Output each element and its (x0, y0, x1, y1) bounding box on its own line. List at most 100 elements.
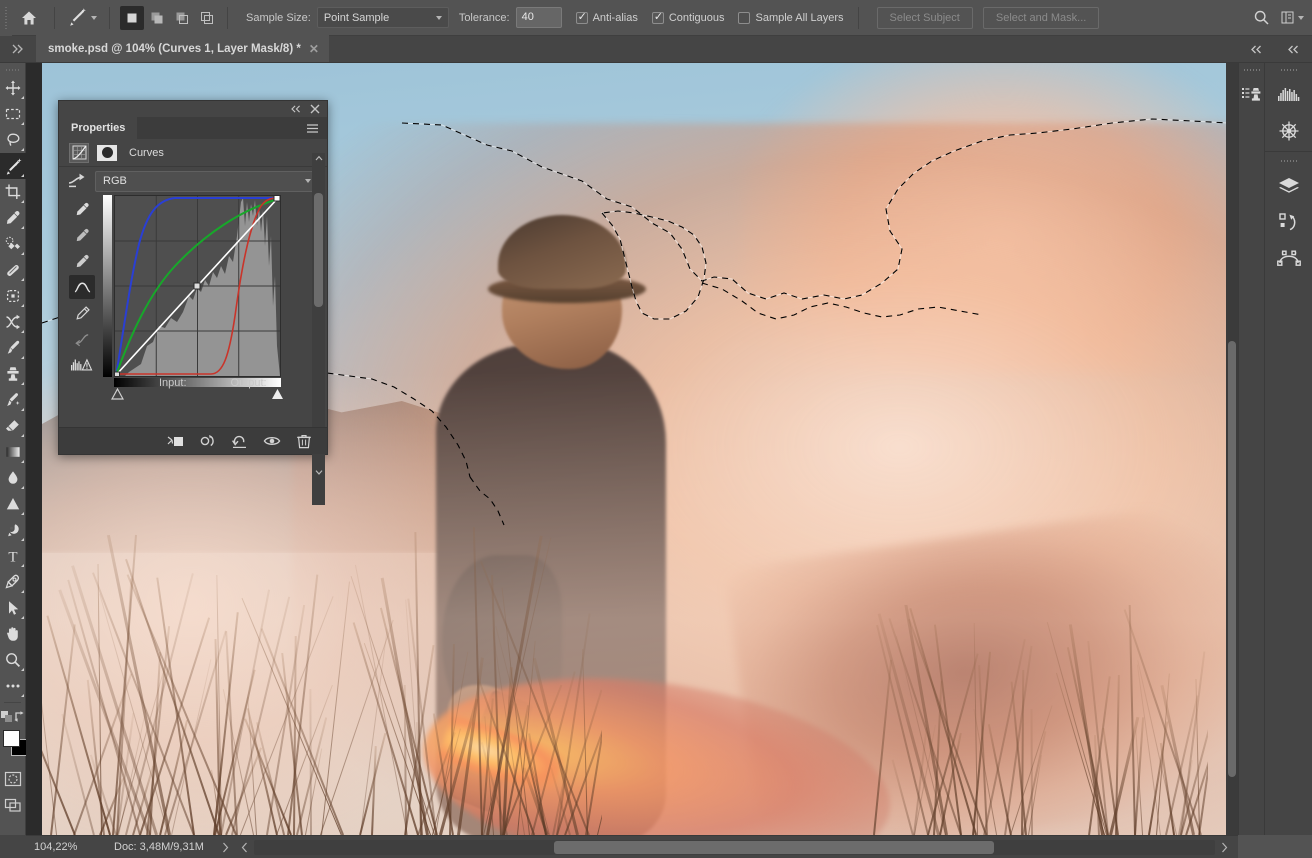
blur-tool[interactable] (0, 465, 26, 491)
curves-preset-icon[interactable] (67, 172, 87, 190)
scroll-down-button[interactable] (315, 469, 323, 475)
curves-display-options-button[interactable] (69, 353, 95, 377)
hand-tool[interactable] (0, 621, 26, 647)
toolbar-expand-button[interactable] (0, 35, 36, 62)
scrollbar-thumb[interactable] (314, 193, 323, 307)
subtract-from-selection-button[interactable] (170, 6, 194, 30)
gradient-tool[interactable] (0, 439, 26, 465)
anti-alias-checkbox[interactable]: Anti-alias (575, 10, 638, 24)
eraser-tool[interactable] (0, 413, 26, 439)
add-to-selection-button[interactable] (145, 6, 169, 30)
home-button[interactable] (12, 1, 46, 35)
toggle-previous-state-button[interactable] (199, 432, 217, 450)
clone-stamp-tool[interactable] (0, 361, 26, 387)
curves-grid[interactable] (114, 195, 281, 377)
status-expand-button[interactable] (222, 842, 229, 853)
select-and-mask-button[interactable]: Select and Mask... (982, 6, 1100, 29)
scroll-left-button[interactable] (241, 842, 248, 853)
spot-healing-brush-tool[interactable] (0, 231, 26, 257)
layer-mask-icon[interactable] (97, 144, 117, 161)
magic-wand-tool[interactable] (0, 153, 26, 179)
crop-tool[interactable] (0, 179, 26, 205)
close-icon[interactable]: ✕ (309, 42, 319, 56)
histogram-panel-button[interactable] (1265, 77, 1312, 113)
delete-adjustment-button[interactable] (295, 432, 313, 450)
horizontal-scrollbar-thumb[interactable] (553, 840, 994, 854)
panel-menu-button[interactable] (306, 117, 327, 139)
input-output-labels: Input: Output: (103, 377, 281, 395)
grass-blade (1030, 709, 1033, 835)
collapse-rail-a-button[interactable] (1275, 36, 1312, 63)
new-selection-button[interactable] (120, 5, 144, 30)
tolerance-label: Tolerance: (458, 11, 510, 24)
chevron-right-icon (1222, 842, 1228, 852)
properties-panel[interactable]: Properties Curves RGB Input: Output: (58, 100, 328, 505)
edit-points-to-modify-curve-button[interactable] (69, 275, 95, 299)
type-tool[interactable]: T (0, 543, 26, 569)
active-tool-preset[interactable] (63, 5, 101, 31)
workspace-switcher-button[interactable] (1280, 10, 1304, 25)
path-selection-tool[interactable] (0, 595, 26, 621)
sample-in-image-eyedropper-button[interactable] (69, 197, 95, 221)
vertical-scrollbar-thumb[interactable] (1228, 341, 1236, 777)
select-subject-button[interactable]: Select Subject (876, 6, 973, 29)
channel-select[interactable]: RGB (95, 170, 319, 192)
output-gradient-ramp (103, 195, 112, 377)
patch-tool[interactable] (0, 283, 26, 309)
burn-tool[interactable] (0, 517, 26, 543)
tolerance-input[interactable]: 40 (515, 7, 562, 28)
zoom-tool[interactable] (0, 647, 26, 673)
color-swatches[interactable] (0, 728, 28, 762)
clip-to-layer-button[interactable] (167, 432, 185, 450)
collapse-panel-button[interactable] (290, 105, 302, 113)
rail-grip (1265, 154, 1312, 168)
rectangular-marquee-tool[interactable] (0, 101, 26, 127)
layers-panel-button[interactable] (1265, 168, 1312, 204)
contiguous-checkbox[interactable]: Contiguous (651, 10, 724, 24)
curves-graph[interactable]: Input: Output: (103, 195, 283, 400)
draw-to-modify-curve-button[interactable] (69, 301, 95, 325)
adjustments-panel-button[interactable] (1265, 113, 1312, 149)
grass-blade (597, 765, 602, 835)
move-tool[interactable] (0, 75, 26, 101)
collapse-rail-b-button[interactable] (1238, 36, 1275, 63)
pen-tool[interactable] (0, 569, 26, 595)
reset-adjustment-button[interactable] (231, 432, 249, 450)
actions-panel-button[interactable] (1265, 204, 1312, 240)
foreground-color-swatch[interactable] (3, 730, 20, 747)
canvas-vertical-scrollbar[interactable] (1226, 63, 1238, 835)
intersect-with-selection-button[interactable] (195, 6, 219, 30)
screen-mode-button[interactable] (0, 792, 26, 818)
quick-mask-button[interactable] (0, 766, 26, 792)
content-aware-move-tool[interactable] (0, 309, 26, 335)
brush-tool[interactable] (0, 335, 26, 361)
zoom-level-field[interactable]: 104,22% (26, 841, 92, 853)
scroll-right-button[interactable] (1221, 842, 1228, 853)
paths-panel-button[interactable] (1265, 240, 1312, 276)
lasso-tool[interactable] (0, 127, 26, 153)
toggle-visibility-button[interactable] (263, 432, 281, 450)
properties-panel-titlebar (59, 101, 327, 117)
magic-wand-icon (6, 157, 22, 175)
tab-properties[interactable]: Properties (59, 117, 138, 139)
scroll-up-button[interactable] (315, 155, 323, 161)
sample-all-layers-checkbox[interactable]: Sample All Layers (738, 11, 844, 24)
default-colors-button[interactable] (0, 706, 13, 726)
search-icon[interactable] (1253, 9, 1270, 26)
canvas-horizontal-scrollbar[interactable] (253, 839, 1215, 855)
edit-toolbar-button[interactable] (0, 673, 26, 699)
swap-colors-button[interactable] (13, 706, 26, 726)
history-brush-tool[interactable] (0, 387, 26, 413)
smooth-curve-values-button[interactable] (69, 327, 95, 351)
gray-point-eyedropper-button[interactable] (69, 249, 95, 273)
sample-size-select[interactable]: Point Sample (316, 7, 449, 28)
black-point-eyedropper-button[interactable] (69, 223, 95, 247)
dodge-tool[interactable] (0, 491, 26, 517)
healing-brush-tool[interactable] (0, 257, 26, 283)
close-panel-button[interactable] (310, 104, 320, 114)
clone-source-panel-button[interactable] (1239, 77, 1264, 113)
document-tab-title: smoke.psd @ 104% (Curves 1, Layer Mask/8… (48, 42, 301, 55)
magic-wand-icon (70, 7, 86, 26)
document-tab[interactable]: smoke.psd @ 104% (Curves 1, Layer Mask/8… (36, 35, 329, 62)
eyedropper-tool[interactable] (0, 205, 26, 231)
